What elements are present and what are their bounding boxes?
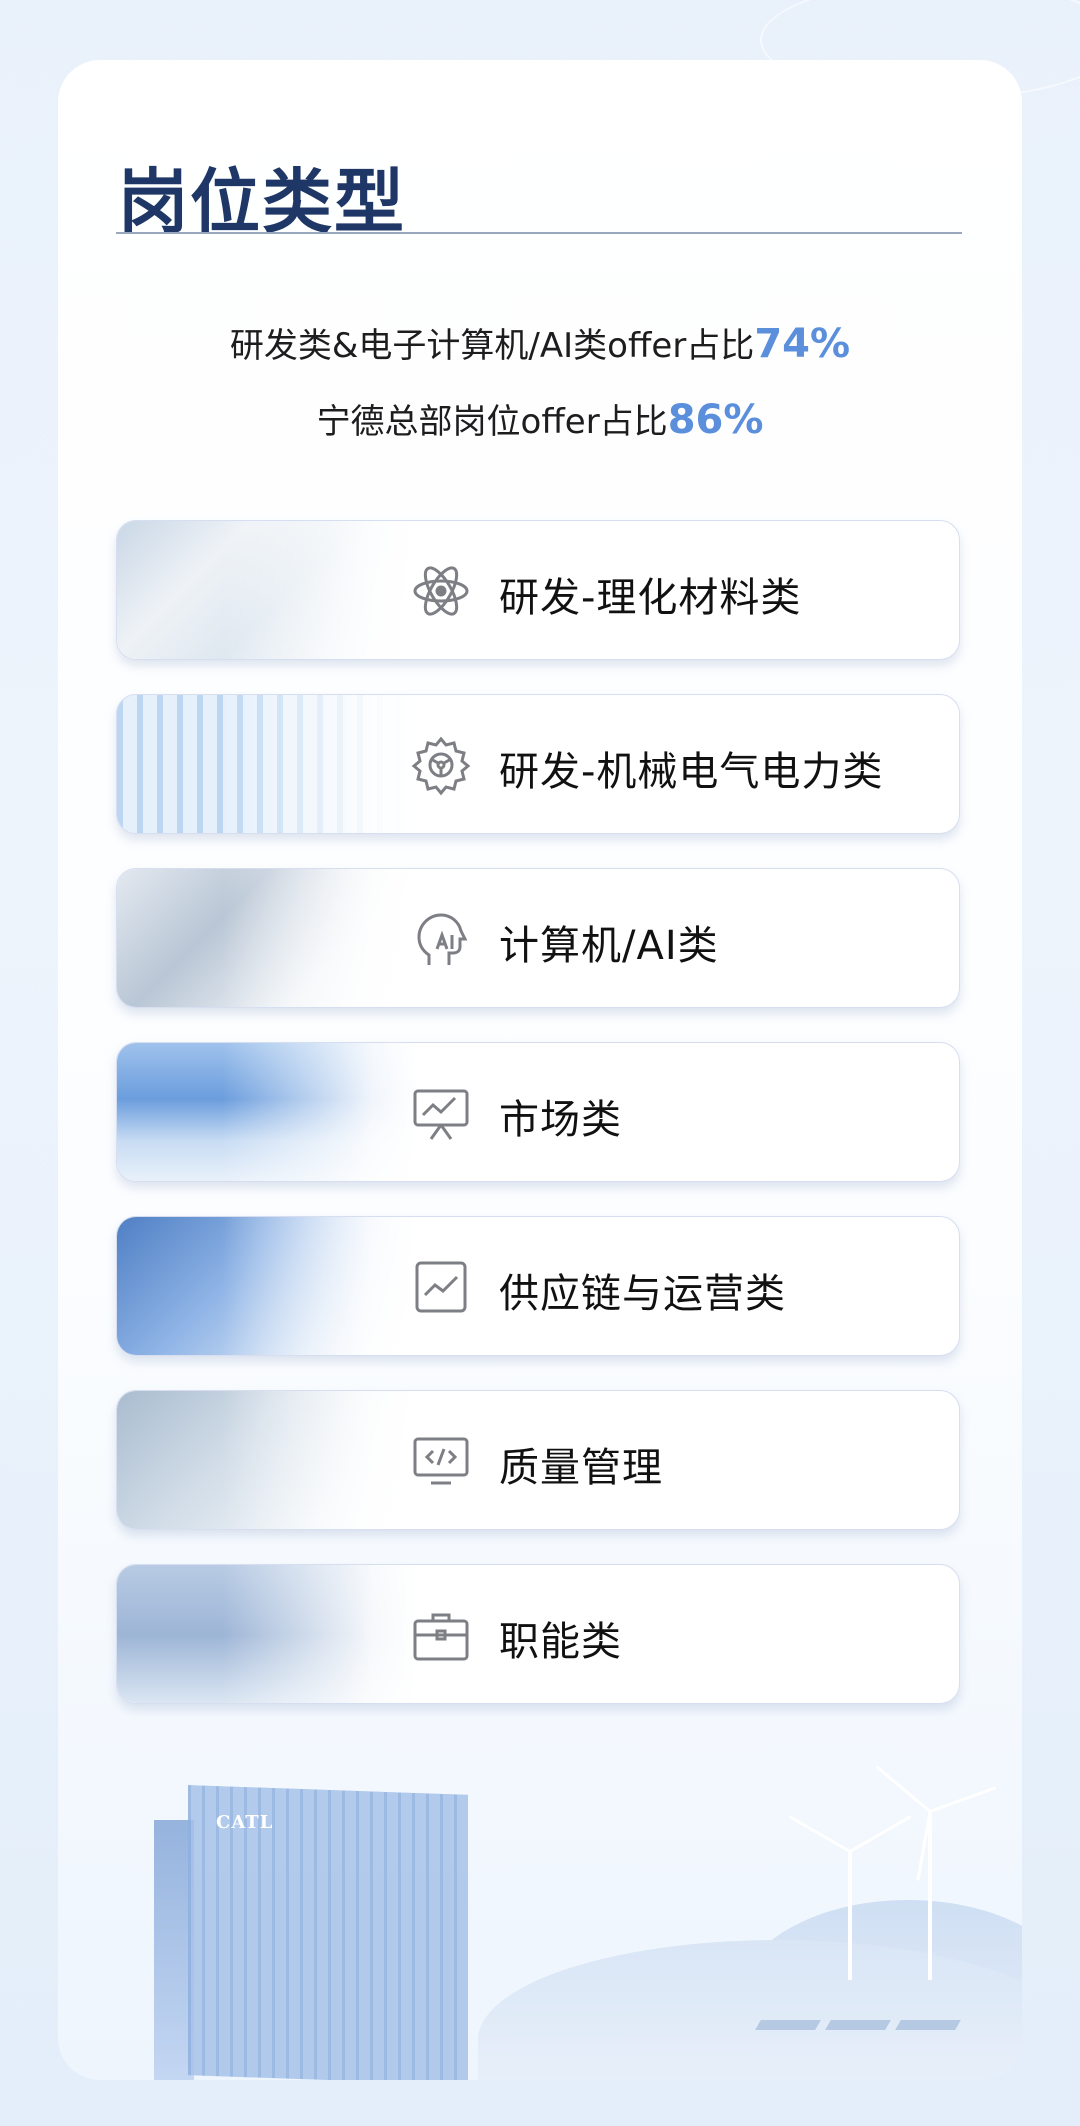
lab-photo-thumbnail (117, 521, 417, 659)
solar-panel (895, 2020, 961, 2030)
stat-hq-share: 宁德总部岗位offer占比86% (58, 394, 1022, 443)
category-item-marketing[interactable]: 市场类 (116, 1042, 960, 1182)
category-label: 质量管理 (499, 1445, 663, 1491)
stat-label: 宁德总部岗位offer占比 (316, 402, 668, 442)
category-label: 职能类 (499, 1619, 622, 1665)
category-item-materials[interactable]: 研发-理化材料类 (116, 520, 960, 660)
presentation-chart-icon (409, 1081, 473, 1145)
category-item-computer-ai[interactable]: 计算机/AI类 (116, 868, 960, 1008)
circuit-photo-thumbnail (117, 695, 417, 833)
tech-hand-photo-thumbnail (117, 869, 417, 1007)
solar-panel (825, 2020, 891, 2030)
solar-panel (755, 2020, 821, 2030)
atom-icon (409, 559, 473, 623)
stat-rd-ai-share: 研发类&电子计算机/AI类offer占比74% (58, 318, 1022, 367)
office-people-photo-thumbnail (117, 1565, 417, 1703)
stat-percentage: 74% (754, 321, 851, 367)
code-monitor-icon (409, 1429, 473, 1493)
stat-label: 研发类&电子计算机/AI类offer占比 (229, 326, 755, 366)
team-network-photo-thumbnail (117, 1391, 417, 1529)
market-data-photo-thumbnail (117, 1043, 417, 1181)
trend-chart-icon (409, 1255, 473, 1319)
digital-tablet-photo-thumbnail (117, 1217, 417, 1355)
briefcase-icon (409, 1603, 473, 1667)
stat-percentage: 86% (667, 397, 764, 443)
hill (478, 1940, 1022, 2080)
category-label: 供应链与运营类 (499, 1271, 786, 1317)
category-label: 研发-理化材料类 (499, 575, 802, 621)
title-divider (116, 232, 962, 234)
building-logo: CATL (216, 1812, 274, 1833)
category-label: 研发-机械电气电力类 (499, 749, 884, 795)
category-item-functional[interactable]: 职能类 (116, 1564, 960, 1704)
content-card: 岗位类型 研发类&电子计算机/AI类offer占比74% 宁德总部岗位offer… (58, 60, 1022, 2080)
ai-head-icon (409, 907, 473, 971)
category-item-quality[interactable]: 质量管理 (116, 1390, 960, 1530)
wind-turbine (875, 1765, 997, 1980)
category-label: 市场类 (499, 1097, 622, 1143)
category-item-supply-chain[interactable]: 供应链与运营类 (116, 1216, 960, 1356)
gear-icon (409, 733, 473, 797)
headquarters-scene-illustration: CATL (58, 1720, 1022, 2080)
category-item-mechanical-electrical[interactable]: 研发-机械电气电力类 (116, 694, 960, 834)
category-label: 计算机/AI类 (499, 923, 719, 969)
wind-turbine (788, 1815, 912, 1980)
